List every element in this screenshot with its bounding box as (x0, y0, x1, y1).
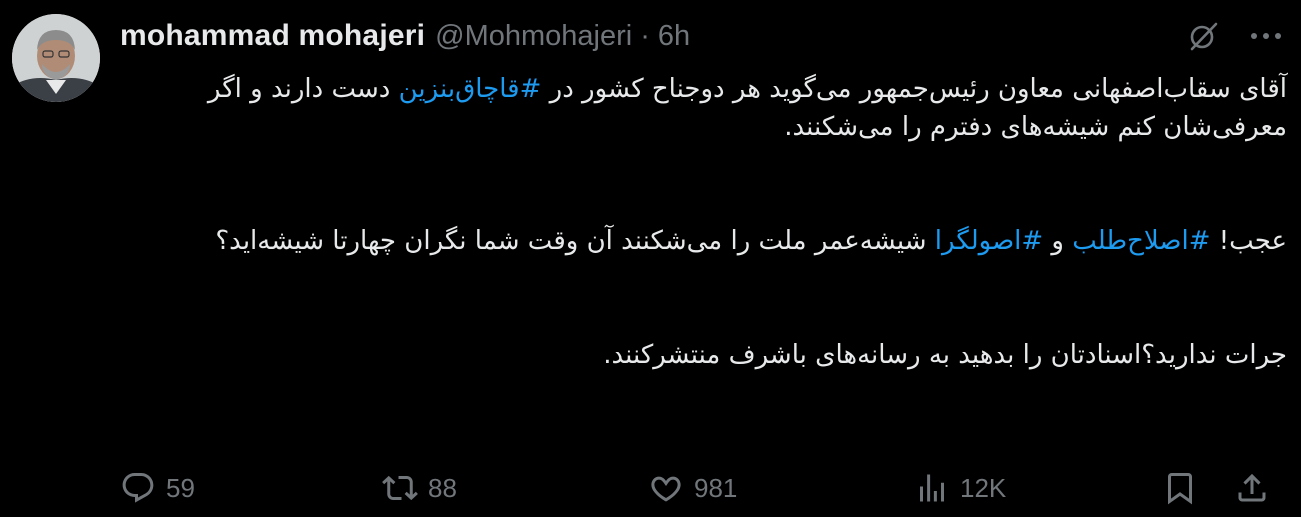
reply-count: 59 (166, 472, 195, 503)
tweet-text: آقای سقاب‌اصفهانی معاون رئیس‌جمهور می‌گو… (127, 70, 1287, 374)
like-button[interactable]: 981 (648, 466, 737, 510)
analytics-icon (920, 474, 944, 502)
user-handle[interactable]: @Mohmohajeri (435, 20, 632, 53)
paragraph-2: عجب! #اصلاح‌طلب و #اصولگرا شیشه‌عمر ملت … (215, 226, 1287, 256)
timestamp[interactable]: 6h (658, 20, 690, 53)
bookmark-button[interactable] (1162, 466, 1198, 510)
heart-icon (651, 476, 681, 502)
retweet-button[interactable]: 88 (382, 466, 457, 510)
bookmark-icon (1168, 473, 1192, 505)
like-count: 981 (694, 472, 738, 503)
reply-button[interactable]: 59 (120, 466, 195, 510)
header-actions (1187, 16, 1283, 56)
avatar[interactable] (12, 14, 100, 102)
views-count: 12K (960, 472, 1007, 503)
separator-dot: · (640, 19, 650, 52)
hashtag-link[interactable]: #اصلاح‌طلب (1072, 226, 1210, 256)
tweet-header: mohammad mohajeri @Mohmohajeri · 6h (120, 16, 690, 56)
grok-icon[interactable] (1187, 20, 1219, 52)
share-button[interactable] (1234, 466, 1270, 510)
display-name[interactable]: mohammad mohajeri (120, 19, 425, 53)
hashtag-link[interactable]: #اصولگرا (935, 226, 1043, 256)
hashtag-link[interactable]: #قاچاق‌بنزین (399, 74, 542, 104)
action-bar: 59 88 981 12K (120, 466, 1283, 510)
retweet-count: 88 (428, 472, 457, 503)
retweet-icon (382, 475, 418, 501)
more-icon[interactable] (1249, 31, 1283, 41)
paragraph-3: جرات ندارید؟اسنادتان را بدهید به رسانه‌ه… (603, 340, 1287, 370)
avatar-photo (12, 14, 100, 102)
share-icon (1238, 473, 1266, 502)
tweet: mohammad mohajeri @Mohmohajeri · 6h آقای… (0, 0, 1301, 517)
paragraph-1: آقای سقاب‌اصفهانی معاون رئیس‌جمهور می‌گو… (207, 74, 1287, 142)
reply-icon (122, 473, 154, 503)
views-button[interactable]: 12K (914, 466, 1006, 510)
